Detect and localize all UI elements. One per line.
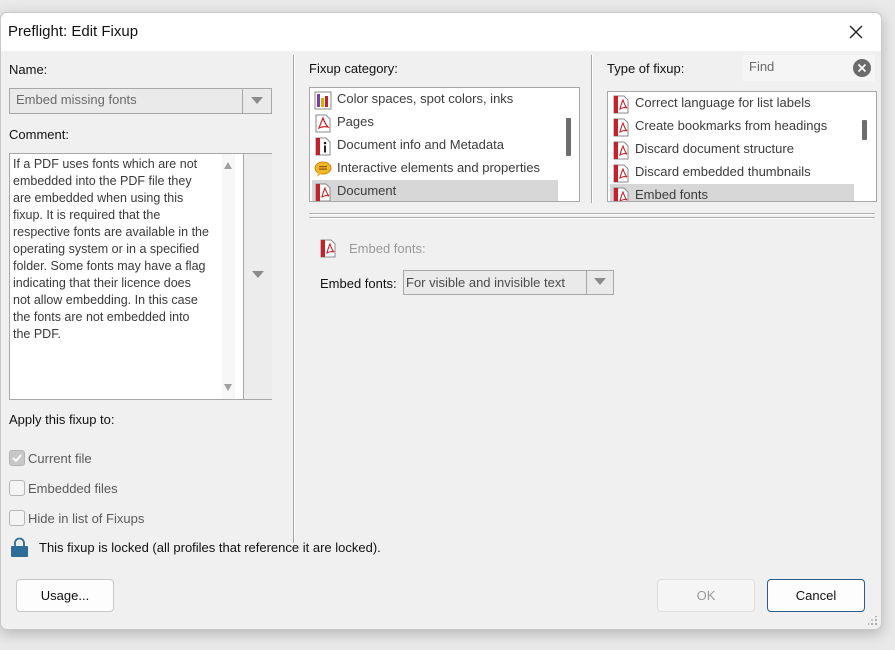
category-item[interactable]: Document info and Metadata [312,134,558,157]
comment-textarea[interactable]: If a PDF uses fonts which are not embedd… [9,153,272,400]
comment-label: Comment: [9,127,69,142]
fixup-category-list[interactable]: Color spaces, spot colors, inks Pages Do… [309,87,580,202]
ok-button[interactable]: OK [657,579,755,612]
name-combobox[interactable]: Embed missing fonts [9,88,272,114]
title-bar: Preflight: Edit Fixup [1,13,881,51]
category-item[interactable]: Interactive elements and properties [312,157,558,180]
pdf-page-icon [315,114,331,133]
chevron-down-icon [594,278,606,285]
vertical-separator [591,55,593,203]
fixup-type-label: Correct language for list labels [635,95,811,110]
fixup-type-scrollbar-thumb[interactable] [862,120,867,140]
embedded-files-checkbox[interactable] [9,480,25,496]
pdf-icon [613,95,629,114]
checkmark-icon [12,454,22,463]
hide-in-list-checkbox[interactable] [9,510,25,526]
chevron-down-icon [252,271,264,278]
pdf-document-icon [315,183,331,201]
pdf-icon [613,187,629,201]
scroll-up-icon[interactable] [224,162,232,169]
fixup-type-label: Discard embedded thumbnails [635,164,811,179]
pdf-icon [613,118,629,137]
embed-fonts-value: For visible and invisible text [406,275,565,290]
category-item-label: Color spaces, spot colors, inks [337,91,514,106]
category-scrollbar-thumb[interactable] [566,118,571,156]
find-placeholder: Find [749,59,775,74]
edit-fixup-dialog: Preflight: Edit Fixup Name: Embed missin… [0,12,882,630]
lock-message: This fixup is locked (all profiles that … [39,540,381,555]
horizontal-separator [309,213,875,215]
embed-fonts-param-label: Embed fonts: [320,276,397,291]
scroll-down-icon[interactable] [224,384,232,391]
fixup-type-label: Discard document structure [635,141,794,156]
pdf-icon [320,239,336,258]
lock-icon [11,537,28,557]
find-field[interactable]: Find [742,55,875,81]
fixup-type-item[interactable]: Create bookmarks from headings [610,115,854,138]
fixup-type-item[interactable]: Discard document structure [610,138,854,161]
hide-in-list-label: Hide in list of Fixups [28,511,145,526]
fixup-type-label: Embed fonts [635,187,708,202]
current-file-checkbox[interactable] [9,450,25,466]
type-of-fixup-list[interactable]: Correct language for list labels Create … [607,91,877,202]
close-button[interactable] [839,17,873,47]
comment-bubble-icon [314,161,332,177]
comment-expand-button[interactable] [243,154,272,399]
color-spaces-icon [314,91,332,110]
embed-fonts-dropdown[interactable]: For visible and invisible text [403,270,614,295]
fixup-type-item[interactable]: Discard embedded thumbnails [610,161,854,184]
embed-fonts-dropdown-button[interactable] [586,271,613,294]
clear-search-button[interactable] [853,59,871,77]
chevron-down-icon [251,97,263,104]
clear-icon [857,63,867,73]
cancel-button[interactable]: Cancel [767,579,865,612]
apply-label: Apply this fixup to: [9,412,115,427]
embedded-files-label: Embedded files [28,481,118,496]
category-item-label: Interactive elements and properties [337,160,541,175]
comment-scrollbar[interactable] [222,154,235,399]
pdf-icon [613,141,629,160]
name-label: Name: [9,62,48,77]
category-item-label: Document info and Metadata [337,137,504,152]
fixup-type-label: Create bookmarks from headings [635,118,828,133]
category-item-label: Document [337,183,397,198]
close-icon [849,25,863,39]
horizontal-separator [309,217,875,219]
category-item[interactable]: Pages [312,111,558,134]
fixup-category-label: Fixup category: [309,61,398,76]
comment-text: If a PDF uses fonts which are not embedd… [13,157,209,341]
type-of-fixup-label: Type of fixup: [607,61,685,76]
pdf-icon [613,164,629,183]
fixup-detail-header: Embed fonts: [349,241,426,256]
resize-grip-icon[interactable] [868,616,878,626]
current-file-label: Current file [28,451,92,466]
category-item-selected[interactable]: Document [312,180,558,201]
vertical-separator [293,55,295,543]
fixup-type-item-selected[interactable]: Embed fonts [610,184,854,202]
dialog-title: Preflight: Edit Fixup [8,23,139,40]
name-value: Embed missing fonts [16,92,137,107]
category-item[interactable]: Color spaces, spot colors, inks [312,88,558,111]
fixup-type-item[interactable]: Correct language for list labels [610,92,854,115]
info-icon [315,137,331,156]
name-dropdown-button[interactable] [242,89,271,113]
usage-button[interactable]: Usage... [16,579,114,612]
category-item-label: Pages [337,114,374,129]
